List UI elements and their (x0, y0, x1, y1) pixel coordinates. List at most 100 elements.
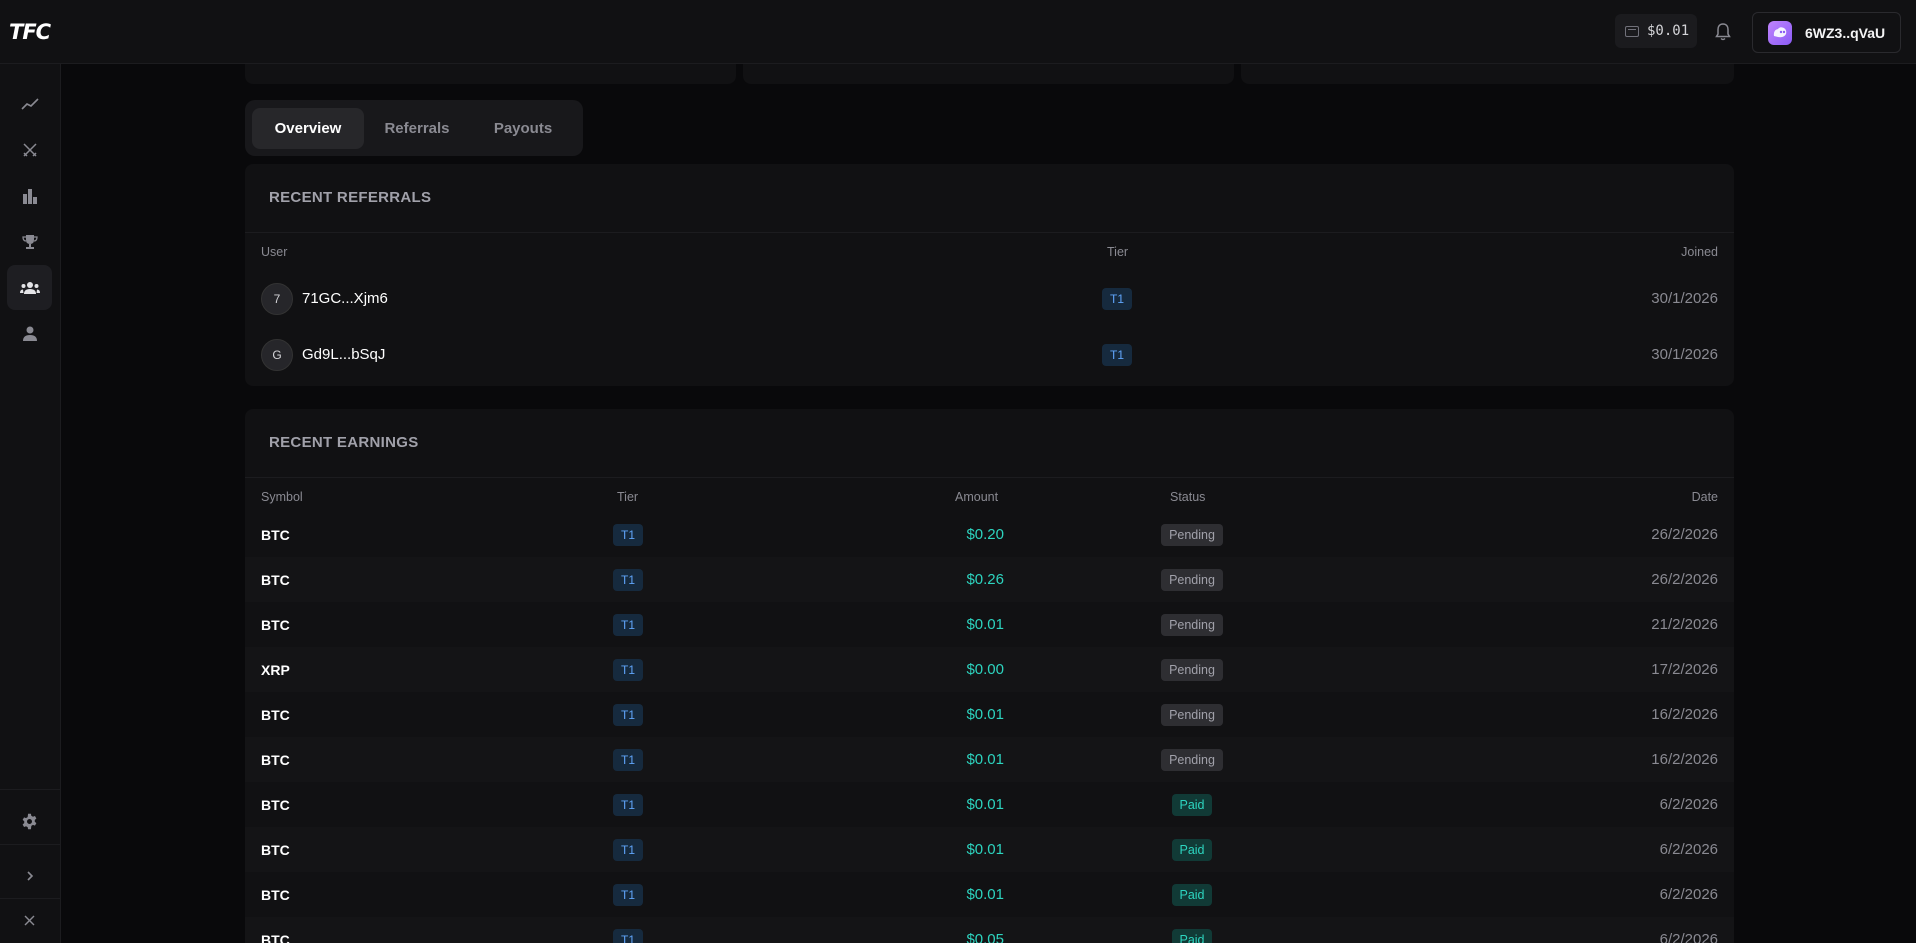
tier-badge: T1 (613, 703, 643, 726)
recent-referrals-panel: RECENT REFERRALS User Tier Joined 7 71GC… (245, 164, 1734, 386)
sidebar-divider (0, 844, 61, 845)
avatar: 7 (261, 282, 293, 315)
amount-cell: $0.26 (966, 571, 1004, 588)
main-content: Overview Referrals Payouts RECENT REFERR… (61, 64, 1916, 943)
tab-payouts[interactable]: Payouts (470, 108, 576, 149)
joined-date: 30/1/2026 (1651, 346, 1718, 363)
date-cell: 6/2/2026 (1659, 886, 1718, 903)
date-cell: 6/2/2026 (1659, 841, 1718, 858)
amount-cell: $0.20 (966, 526, 1004, 543)
table-row[interactable]: BTC T1 $0.01 Paid 6/2/2026 (245, 782, 1734, 827)
table-row[interactable]: BTC T1 $0.01 Pending 21/2/2026 (245, 602, 1734, 647)
trend-line-icon (20, 97, 39, 110)
bell-icon[interactable] (1714, 22, 1732, 42)
panel-title: RECENT EARNINGS (269, 434, 419, 451)
table-row[interactable]: 7 71GC...Xjm6 T1 30/1/2026 (245, 276, 1734, 321)
tier-badge: T1 (613, 883, 643, 906)
symbol-cell: BTC (261, 571, 290, 588)
amount-cell: $0.00 (966, 661, 1004, 678)
sidebar-close-button[interactable] (7, 898, 52, 943)
symbol-cell: BTC (261, 706, 290, 723)
stat-card (245, 64, 736, 84)
status-badge: Pending (1161, 613, 1223, 636)
chevron-right-icon (26, 870, 33, 881)
amount-cell: $0.05 (966, 931, 1004, 943)
user-icon (22, 326, 37, 341)
wallet-avatar-icon (1768, 20, 1792, 45)
sidebar-divider (0, 789, 61, 790)
symbol-cell: BTC (261, 751, 290, 768)
table-row[interactable]: BTC T1 $0.20 Pending 26/2/2026 (245, 512, 1734, 557)
column-header-symbol: Symbol (261, 490, 303, 504)
swords-icon (22, 142, 37, 157)
sidebar (0, 64, 61, 943)
sidebar-item-leaderboard[interactable] (7, 219, 52, 264)
symbol-cell: BTC (261, 886, 290, 903)
amount-cell: $0.01 (966, 751, 1004, 768)
stat-card (1241, 64, 1734, 84)
status-badge: Pending (1161, 703, 1223, 726)
date-cell: 16/2/2026 (1651, 751, 1718, 768)
sidebar-item-trading[interactable] (7, 81, 52, 126)
date-cell: 16/2/2026 (1651, 706, 1718, 723)
tier-badge: T1 (613, 523, 643, 546)
table-row[interactable]: BTC T1 $0.01 Pending 16/2/2026 (245, 737, 1734, 782)
table-row[interactable]: BTC T1 $0.05 Paid 6/2/2026 (245, 917, 1734, 943)
panel-divider (245, 232, 1734, 233)
sidebar-item-stats[interactable] (7, 173, 52, 218)
sidebar-item-profile[interactable] (7, 311, 52, 356)
symbol-cell: BTC (261, 526, 290, 543)
symbol-cell: BTC (261, 796, 290, 813)
symbol-cell: BTC (261, 931, 290, 943)
table-row[interactable]: BTC T1 $0.01 Paid 6/2/2026 (245, 872, 1734, 917)
recent-earnings-panel: RECENT EARNINGS Symbol Tier Amount Statu… (245, 409, 1734, 943)
gear-icon (22, 813, 37, 830)
symbol-cell: BTC (261, 841, 290, 858)
date-cell: 26/2/2026 (1651, 526, 1718, 543)
panel-divider (245, 477, 1734, 478)
status-badge: Paid (1172, 838, 1212, 861)
column-header-tier: Tier (1107, 245, 1129, 259)
column-header-amount: Amount (955, 490, 999, 504)
status-badge: Paid (1172, 928, 1212, 943)
balance-value: $0.01 (1647, 23, 1690, 39)
amount-cell: $0.01 (966, 616, 1004, 633)
table-row[interactable]: BTC T1 $0.01 Pending 16/2/2026 (245, 692, 1734, 737)
date-cell: 6/2/2026 (1659, 931, 1718, 943)
tier-badge: T1 (1102, 287, 1132, 310)
date-cell: 26/2/2026 (1651, 571, 1718, 588)
table-row[interactable]: BTC T1 $0.26 Pending 26/2/2026 (245, 557, 1734, 602)
tier-badge: T1 (1102, 343, 1132, 366)
tab-overview[interactable]: Overview (252, 108, 364, 149)
top-bar: TFC $0.01 6WZ3..qVaU (0, 0, 1916, 64)
sidebar-item-settings[interactable] (7, 799, 52, 844)
sidebar-expand-button[interactable] (7, 853, 52, 898)
sidebar-item-battles[interactable] (7, 127, 52, 172)
avatar: G (261, 338, 293, 371)
sidebar-item-referrals[interactable] (7, 265, 52, 310)
table-row[interactable]: G Gd9L...bSqJ T1 30/1/2026 (245, 332, 1734, 377)
table-row[interactable]: BTC T1 $0.01 Paid 6/2/2026 (245, 827, 1734, 872)
status-badge: Pending (1161, 658, 1223, 681)
status-badge: Pending (1161, 568, 1223, 591)
date-cell: 17/2/2026 (1651, 661, 1718, 678)
amount-cell: $0.01 (966, 841, 1004, 858)
amount-cell: $0.01 (966, 796, 1004, 813)
wallet-account-button[interactable]: 6WZ3..qVaU (1752, 12, 1901, 53)
tab-bar: Overview Referrals Payouts (245, 100, 583, 156)
tier-badge: T1 (613, 658, 643, 681)
app-logo[interactable]: TFC (9, 20, 51, 44)
date-cell: 21/2/2026 (1651, 616, 1718, 633)
stat-card (743, 64, 1234, 84)
tier-badge: T1 (613, 613, 643, 636)
column-header-status: Status (1170, 490, 1206, 504)
amount-cell: $0.01 (966, 706, 1004, 723)
column-header-date: Date (1691, 490, 1718, 504)
column-header-joined: Joined (1681, 245, 1718, 259)
table-row[interactable]: XRP T1 $0.00 Pending 17/2/2026 (245, 647, 1734, 692)
amount-cell: $0.01 (966, 886, 1004, 903)
balance-chip[interactable]: $0.01 (1615, 14, 1697, 48)
tab-referrals[interactable]: Referrals (364, 108, 470, 149)
referral-user: 71GC...Xjm6 (302, 290, 388, 307)
tier-badge: T1 (613, 928, 643, 943)
